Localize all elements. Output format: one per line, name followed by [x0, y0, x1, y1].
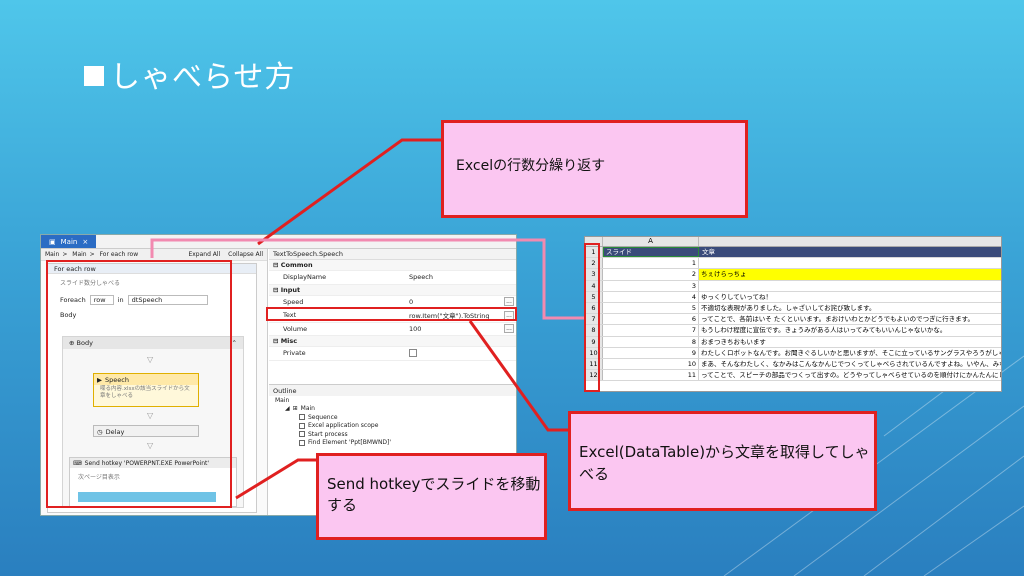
- breadcrumb-item[interactable]: Main: [45, 251, 59, 258]
- outline-item[interactable]: Excel application scope: [269, 422, 516, 431]
- prop-displayname: DisplayName Speech: [269, 271, 516, 285]
- connector-excel-rows: [257, 138, 441, 246]
- prop-volume: Volume 100...: [269, 323, 516, 336]
- group-misc: ⊟ Misc: [269, 336, 516, 347]
- collapse-all-link[interactable]: Collapse All: [228, 251, 263, 258]
- expand-triangle-icon: ◢: [285, 405, 290, 413]
- studio-tab-bar: ▣ Main ×: [41, 235, 516, 249]
- volume-input[interactable]: 100: [409, 325, 421, 333]
- callout-excel-rows: Excelの行数分繰り返す: [441, 120, 748, 218]
- outline-item[interactable]: Start process: [269, 430, 516, 439]
- excel-icon: [299, 422, 305, 429]
- breadcrumb-item[interactable]: For each row: [100, 251, 139, 258]
- table-row: 11 10 まあ、そんなわたしく、なかみはこんなかんじでつくってしゃべらされているん…: [585, 358, 1001, 371]
- table-row: 3 2 ちぇけらっちょ: [585, 269, 1001, 281]
- find-icon: [299, 439, 305, 446]
- table-row: 43: [585, 280, 1001, 292]
- outline-item[interactable]: Sequence: [269, 413, 516, 422]
- cell-header-slide[interactable]: スライド: [603, 247, 699, 258]
- excel-rows-highlight-frame: [584, 243, 600, 392]
- properties-title: TextToSpeech.Speech: [269, 249, 516, 260]
- table-row: 21: [585, 258, 1001, 270]
- tab-main[interactable]: ▣ Main ×: [41, 235, 97, 248]
- table-row: 10 9 わたしくロボットなんです。お聞きぐるしいかと思いますが、そこに立っているサ…: [585, 347, 1001, 359]
- square-bullet-icon: [84, 66, 104, 86]
- workflow-icon: ▣: [49, 237, 56, 246]
- expand-all-link[interactable]: Expand All: [188, 251, 220, 258]
- slide-title: しゃべらせ方: [84, 52, 295, 96]
- speed-input[interactable]: 0: [409, 298, 413, 306]
- table-row: 6 5 不適切な表現がありました。しゃざいしてお詫び致します。: [585, 302, 1001, 315]
- table-row: 9 8 おまつきちおもいます: [585, 336, 1001, 348]
- prop-private: Private: [269, 347, 516, 361]
- outline-item[interactable]: Find Element 'Ppt[BMWND]': [269, 439, 516, 448]
- cell-header-text[interactable]: 文章: [699, 247, 1001, 258]
- collapse-chevron-icon[interactable]: ⌃: [232, 339, 237, 347]
- callout-hotkey: Send hotkeyでスライドを移動する: [316, 453, 547, 540]
- ellipsis-button[interactable]: ...: [504, 324, 514, 334]
- collapse-icon[interactable]: ⊟: [273, 286, 278, 294]
- table-row: 8 7 もうしわけ程度に宣伝です。きょうみがある人はいってみてもいいんじゃないかな。: [585, 325, 1001, 337]
- table-row: 12 11 ってことで、スピーチの部品でつくって出すの。どうやってしゃべらせているの…: [585, 370, 1001, 382]
- outline-item[interactable]: ◢ ⊞ Main: [269, 405, 516, 414]
- breadcrumb-item[interactable]: Main: [72, 251, 86, 258]
- group-input: ⊟ Input: [269, 284, 516, 296]
- ellipsis-button[interactable]: ...: [504, 297, 514, 307]
- column-a-header[interactable]: A: [603, 237, 699, 246]
- foreach-highlight-frame: [46, 260, 232, 508]
- tab-main-label: Main: [60, 237, 78, 246]
- table-row: 1 スライド 文章: [585, 247, 1001, 259]
- process-icon: [299, 431, 305, 438]
- outline-item[interactable]: Main: [269, 396, 516, 405]
- column-header-row: A: [585, 237, 1001, 247]
- table-row: 7 6 ってことで、各前はいそ たくといいます。まおけいわとかどうでもよいのでつぎに…: [585, 314, 1001, 326]
- outline-title: Outline: [269, 385, 516, 396]
- group-common: ⊟ Common: [269, 260, 516, 271]
- excel-screenshot: A 1 スライド 文章 21 3 2 ちぇけらっちょ 43 5 4 ゆっくりしていってね…: [584, 236, 1002, 392]
- text-highlight-frame: [266, 307, 517, 321]
- callout-datatable: Excel(DataTable)から文章を取得してしゃべる: [568, 411, 877, 511]
- close-icon[interactable]: ×: [82, 238, 88, 246]
- collapse-icon[interactable]: ⊟: [273, 261, 278, 269]
- collapse-icon[interactable]: ⊟: [273, 337, 278, 345]
- table-row: 5 4 ゆっくりしていってね！: [585, 291, 1001, 303]
- displayname-input[interactable]: Speech: [409, 273, 433, 281]
- sequence-icon: [299, 414, 305, 421]
- flowchart-icon: ⊞: [292, 405, 298, 413]
- private-checkbox[interactable]: [409, 349, 417, 358]
